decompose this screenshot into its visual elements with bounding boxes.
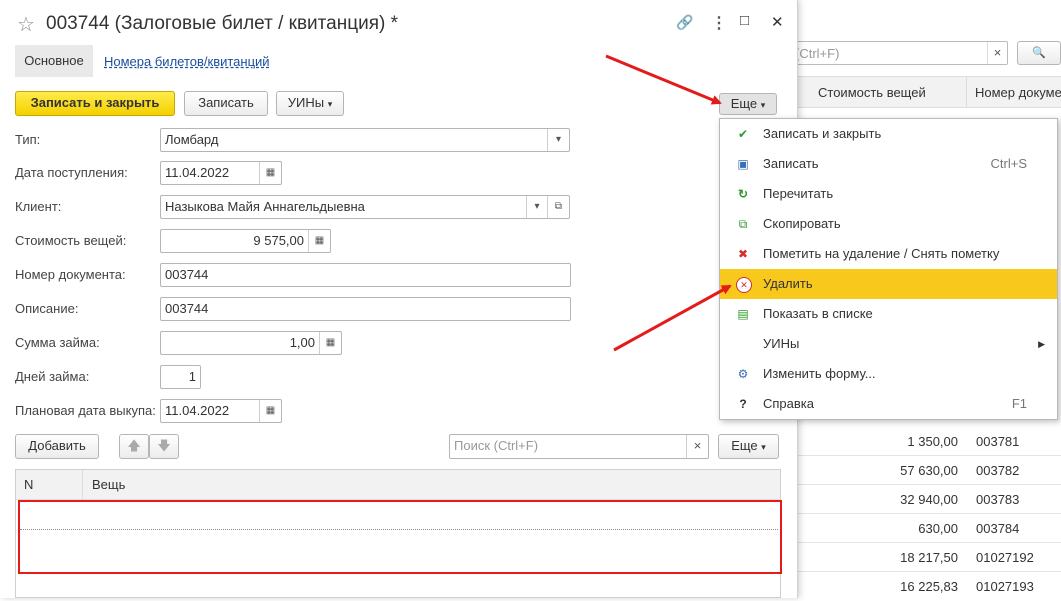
annotation-arrow-more <box>605 54 722 105</box>
annotation-arrows <box>605 54 732 352</box>
annotation-arrow-delete <box>613 284 732 352</box>
